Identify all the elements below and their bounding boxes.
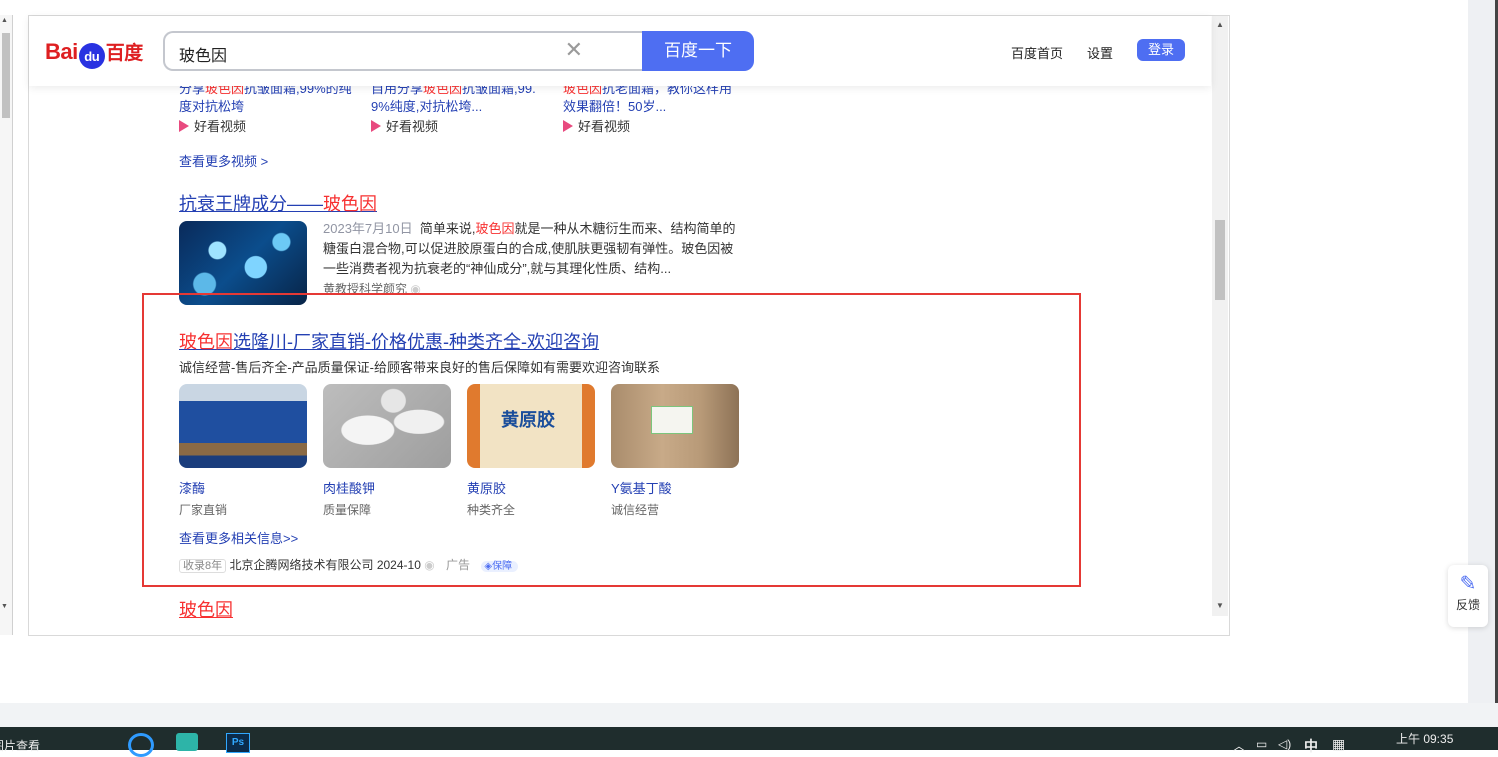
nav-home-link[interactable]: 百度首页 (1011, 43, 1063, 62)
taskbar-left-label[interactable]: 图片查看 (0, 737, 40, 754)
clear-icon[interactable]: ✕ (565, 37, 583, 63)
video-source: 好看视频 (386, 119, 439, 134)
edit-icon: ✎ (1459, 573, 1477, 595)
play-icon (563, 120, 573, 132)
paw-icon: du (78, 43, 105, 69)
snippet-text: 糖蛋白混合物,可以促进胶原蛋白的合成,使肌肤更强韧有弹性。玻色因被 (323, 241, 734, 256)
play-icon (179, 120, 189, 132)
photoshop-icon[interactable]: Ps (226, 733, 250, 753)
inner-scrollbar-thumb[interactable] (1215, 220, 1225, 300)
ime-indicator[interactable]: 中 (1304, 736, 1318, 756)
snippet-text: 一些消费者视为抗衰老的“神仙成分”,就与其理化性质、结构... (323, 261, 672, 276)
video-source: 好看视频 (578, 119, 631, 134)
video-text: 效果翻倍！50岁... (563, 99, 667, 114)
highlight-box (142, 293, 1081, 587)
video-item[interactable]: 玻色因抗老面霜，教你这样用 效果翻倍！50岁... 好看视频 (563, 79, 743, 137)
volume-icon[interactable]: ◁) (1278, 737, 1291, 751)
nav-settings-link[interactable]: 设置 (1087, 43, 1113, 62)
keyboard-icon[interactable]: ▦ (1332, 736, 1345, 753)
reader-icon[interactable] (176, 733, 198, 751)
result-snippet: 2023年7月10日 简单来说,玻色因就是一种从木糖衍生而来、结构简单的 糖蛋白… (323, 219, 743, 299)
scroll-down-arrow-icon[interactable]: ▼ (1216, 601, 1224, 610)
network-icon[interactable]: ▭ (1256, 737, 1267, 751)
search-query: 玻色因 (179, 48, 228, 65)
outer-scrollbar-thumb[interactable] (2, 33, 10, 118)
result-date: 2023年7月10日 (323, 221, 413, 236)
next-result-title[interactable]: 玻色因 (179, 596, 233, 622)
video-text: 度对抗松垮 (179, 99, 245, 114)
outer-scrollbar[interactable]: ▲ ▼ (0, 15, 13, 635)
video-text: 9%纯度,对抗松垮... (371, 99, 483, 114)
scroll-up-arrow-icon[interactable]: ▲ (1, 17, 8, 24)
snippet-highlight: 玻色因 (475, 221, 515, 236)
login-button[interactable]: 登录 (1137, 39, 1185, 61)
feedback-button[interactable]: ✎ 反馈 (1448, 565, 1488, 627)
result-title[interactable]: 抗衰王牌成分——玻色因 (179, 190, 377, 216)
taskbar: 图片查看 Ps ︿ ▭ ◁) 中 ▦ 上午 09:35 (0, 727, 1498, 757)
result-title-highlight: 玻色因 (323, 194, 377, 214)
video-item[interactable]: 自用分享玻色因抗皱面霜,99. 9%纯度,对抗松垮... 好看视频 (371, 79, 551, 137)
search-button[interactable]: 百度一下 (642, 31, 754, 71)
video-source: 好看视频 (194, 119, 247, 134)
inner-scrollbar[interactable]: ▲ ▼ (1212, 16, 1228, 616)
play-icon (371, 120, 381, 132)
result-title-text: 抗衰王牌成分—— (179, 194, 323, 214)
browser-icon[interactable] (128, 733, 154, 757)
scroll-down-arrow-icon[interactable]: ▼ (1, 603, 8, 610)
bottom-gray-strip (0, 703, 1498, 727)
clock[interactable]: 上午 09:35 (1396, 730, 1453, 747)
snippet-text: 简单来说, (419, 221, 476, 236)
video-item[interactable]: 分享玻色因抗皱面霜,99%的纯 度对抗松垮 好看视频 (179, 79, 359, 137)
feedback-label: 反馈 (1455, 598, 1480, 612)
logo-cn: 百度 (105, 43, 144, 64)
search-input[interactable]: 玻色因 ✕ (163, 31, 643, 71)
logo-latin: Bai (45, 39, 78, 64)
scroll-up-arrow-icon[interactable]: ▲ (1216, 20, 1224, 29)
baidu-logo[interactable]: Bai du 百度 (45, 38, 143, 69)
chevron-up-icon[interactable]: ︿ (1233, 737, 1245, 754)
search-header: Bai du 百度 玻色因 ✕ 百度一下 百度首页 设置 登录 (29, 16, 1211, 86)
more-videos-link[interactable]: 查看更多视频 > (179, 151, 268, 170)
snippet-text: 就是一种从木糖衍生而来、结构简单的 (514, 221, 736, 236)
